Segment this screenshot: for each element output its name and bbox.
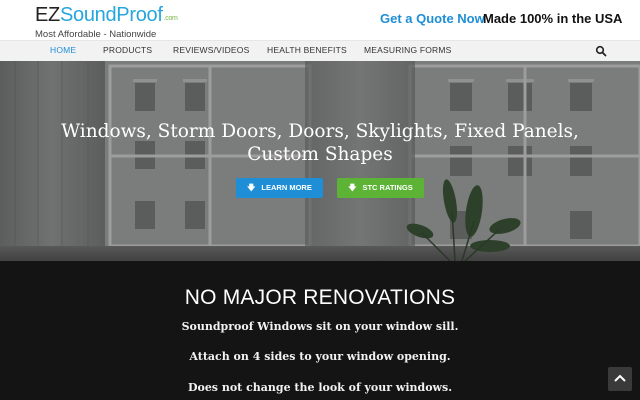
section-line-1: Soundproof Windows sit on your window si…	[181, 320, 459, 333]
made-in-usa-text: Made 100% in the USA	[483, 11, 623, 26]
hero-title-line-1: Windows, Storm Doors, Doors, Skylights, …	[61, 121, 579, 142]
section-line-2: Attach on 4 sides to your window opening…	[189, 350, 451, 363]
site-header: EZSoundProof.com Most Affordable - Natio…	[0, 0, 640, 40]
main-nav: HOME PRODUCTS REVIEWS/VIDEOS HEALTH BENE…	[0, 40, 640, 61]
logo-tagline: Most Affordable - Nationwide	[35, 29, 157, 40]
no-renovations-section: NO MAJOR RENOVATIONS Soundproof Windows …	[0, 261, 640, 400]
arrow-down-icon: 🡇	[247, 183, 256, 192]
arrow-down-icon: 🡇	[348, 183, 357, 192]
stc-ratings-label: STC RATINGS	[362, 183, 413, 192]
hero-title: Windows, Storm Doors, Doors, Skylights, …	[0, 120, 640, 166]
nav-item-health-benefits[interactable]: HEALTH BENEFITS	[267, 45, 347, 55]
hero-title-line-2: Custom Shapes	[247, 144, 393, 165]
learn-more-label: LEARN MORE	[261, 183, 312, 192]
get-quote-link[interactable]: Get a Quote Now	[380, 11, 485, 26]
stc-ratings-button[interactable]: 🡇 STC RATINGS	[337, 178, 424, 198]
hero-banner: Windows, Storm Doors, Doors, Skylights, …	[0, 61, 640, 261]
search-icon[interactable]	[595, 45, 607, 57]
section-line-3: Does not change the look of your windows…	[187, 381, 453, 394]
chevron-up-icon	[614, 374, 626, 382]
logo-soundproof: SoundProof	[59, 4, 163, 26]
logo-com: .com	[163, 15, 178, 22]
nav-item-reviews-videos[interactable]: REVIEWS/VIDEOS	[173, 45, 249, 55]
logo-ez: EZ	[35, 4, 60, 26]
section-title: NO MAJOR RENOVATIONS	[184, 286, 456, 309]
nav-item-home[interactable]: HOME	[50, 45, 76, 55]
nav-item-measuring-forms[interactable]: MEASURING FORMS	[364, 45, 452, 55]
back-to-top-button[interactable]	[608, 367, 632, 391]
learn-more-button[interactable]: 🡇 LEARN MORE	[236, 178, 323, 198]
nav-item-products[interactable]: PRODUCTS	[103, 45, 152, 55]
site-logo[interactable]: EZSoundProof.com Most Affordable - Natio…	[35, 4, 178, 40]
